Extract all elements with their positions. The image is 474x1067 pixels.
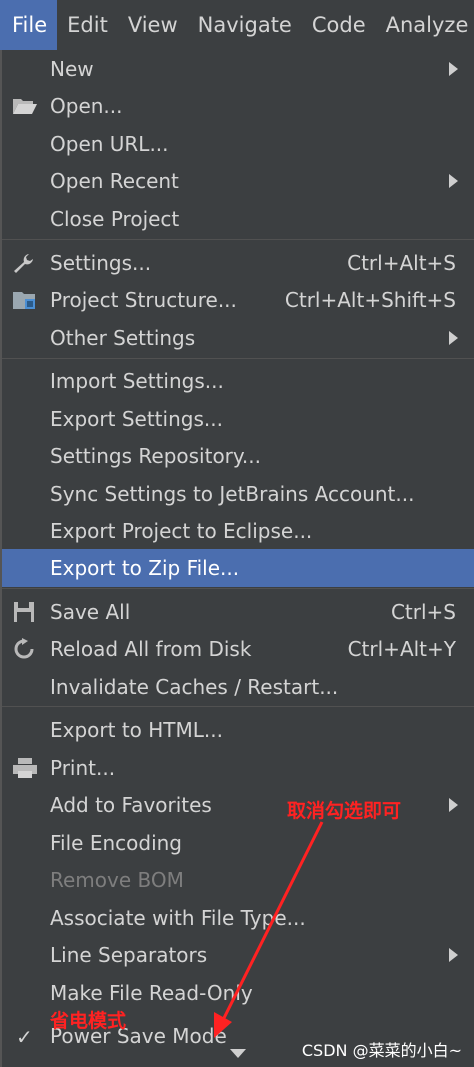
printer-icon <box>12 757 38 779</box>
menu-item-import-settings[interactable]: Import Settings... <box>2 363 474 399</box>
save-icon <box>12 601 38 623</box>
menu-separator <box>2 706 474 707</box>
menu-item-invalidate-caches[interactable]: Invalidate Caches / Restart... <box>2 669 474 705</box>
menu-item-label: Remove BOM <box>50 868 184 892</box>
menu-separator <box>2 239 474 240</box>
menu-item-export-settings[interactable]: Export Settings... <box>2 401 474 437</box>
menu-item-label: Reload All from Disk <box>50 637 252 661</box>
menu-item-open[interactable]: Open... <box>2 88 474 124</box>
menu-item-label: Add to Favorites <box>50 793 212 817</box>
menu-item-label: Settings Repository... <box>50 444 261 468</box>
menu-item-reload-all[interactable]: Reload All from Disk Ctrl+Alt+Y <box>2 631 474 667</box>
menu-item-settings-repository[interactable]: Settings Repository... <box>2 438 474 474</box>
menu-item-close-project[interactable]: Close Project <box>2 201 474 237</box>
menu-item-label: Export to Zip File... <box>50 556 240 580</box>
menu-item-add-favorites[interactable]: Add to Favorites <box>2 787 474 823</box>
submenu-arrow-icon <box>449 62 458 76</box>
menu-item-export-project-eclipse[interactable]: Export Project to Eclipse... <box>2 513 474 549</box>
menu-item-other-settings[interactable]: Other Settings <box>2 320 474 356</box>
wrench-icon <box>12 252 38 274</box>
submenu-arrow-icon <box>449 798 458 812</box>
menu-item-label: Other Settings <box>50 326 196 350</box>
menu-item-label: Settings... <box>50 251 152 275</box>
folder-open-icon <box>12 95 38 117</box>
menu-item-label: Export to HTML... <box>50 718 223 742</box>
menu-separator <box>2 588 474 589</box>
annotation-uncheck-note: 取消勾选即可 <box>287 800 402 822</box>
menu-item-project-structure[interactable]: Project Structure... Ctrl+Alt+Shift+S <box>2 282 474 318</box>
menu-item-associate-file-type[interactable]: Associate with File Type... <box>2 900 474 936</box>
menu-separator <box>2 358 474 359</box>
menu-edit[interactable]: Edit <box>57 0 118 50</box>
menu-item-label: Invalidate Caches / Restart... <box>50 675 339 699</box>
menu-item-save-all[interactable]: Save All Ctrl+S <box>2 594 474 630</box>
menu-item-label: Project Structure... <box>50 288 237 312</box>
menu-item-label: Line Separators <box>50 943 208 967</box>
menu-item-file-encoding[interactable]: File Encoding <box>2 825 474 861</box>
shortcut-label: Ctrl+S <box>390 600 456 624</box>
menu-item-export-html[interactable]: Export to HTML... <box>2 712 474 748</box>
project-structure-icon <box>12 289 38 311</box>
menu-item-label: Print... <box>50 756 116 780</box>
menu-item-line-separators[interactable]: Line Separators <box>2 937 474 973</box>
menu-item-print[interactable]: Print... <box>2 750 474 786</box>
menu-item-label: File Encoding <box>50 831 182 855</box>
menu-item-label: Import Settings... <box>50 369 224 393</box>
menu-item-open-recent[interactable]: Open Recent <box>2 163 474 199</box>
menu-item-settings[interactable]: Settings... Ctrl+Alt+S <box>2 245 474 281</box>
menu-item-label: Make File Read-Only <box>50 981 253 1005</box>
file-menu-dropdown: New Open... Open URL... Open Recent Clos… <box>0 50 474 1067</box>
watermark: CSDN @菜菜的小白~ <box>301 1041 462 1060</box>
shortcut-label: Ctrl+Alt+Shift+S <box>284 288 456 312</box>
menu-code[interactable]: Code <box>302 0 376 50</box>
menu-item-label: Export Project to Eclipse... <box>50 519 313 543</box>
submenu-arrow-icon <box>449 331 458 345</box>
menu-bar: File Edit View Navigate Code Analyze <box>0 0 474 51</box>
reload-icon <box>12 638 38 660</box>
menu-item-label: Open URL... <box>50 132 169 156</box>
menu-item-label: New <box>50 57 94 81</box>
menu-file[interactable]: File <box>0 0 58 50</box>
menu-item-label: Sync Settings to JetBrains Account... <box>50 482 415 506</box>
menu-item-sync-settings[interactable]: Sync Settings to JetBrains Account... <box>2 476 474 512</box>
annotation-power-save: 省电模式 <box>50 1010 127 1032</box>
menu-navigate[interactable]: Navigate <box>188 0 302 50</box>
menu-item-export-zip[interactable]: Export to Zip File... <box>2 549 474 587</box>
menu-item-label: Save All <box>50 600 131 624</box>
menu-item-remove-bom: Remove BOM <box>2 862 474 898</box>
shortcut-label: Ctrl+Alt+Y <box>347 637 456 661</box>
scroll-down-arrow-icon[interactable] <box>230 1049 246 1058</box>
menu-view[interactable]: View <box>118 0 188 50</box>
menu-analyze[interactable]: Analyze <box>376 0 474 50</box>
menu-item-label: Export Settings... <box>50 407 223 431</box>
checkmark-icon: ✓ <box>16 1025 33 1049</box>
menu-item-open-url[interactable]: Open URL... <box>2 126 474 162</box>
menu-item-label: Open... <box>50 94 123 118</box>
menu-item-new[interactable]: New <box>2 51 474 87</box>
menu-item-label: Open Recent <box>50 169 179 193</box>
shortcut-label: Ctrl+Alt+S <box>347 251 456 275</box>
menu-item-label: Close Project <box>50 207 180 231</box>
submenu-arrow-icon <box>449 174 458 188</box>
menu-item-label: Associate with File Type... <box>50 906 306 930</box>
submenu-arrow-icon <box>449 948 458 962</box>
